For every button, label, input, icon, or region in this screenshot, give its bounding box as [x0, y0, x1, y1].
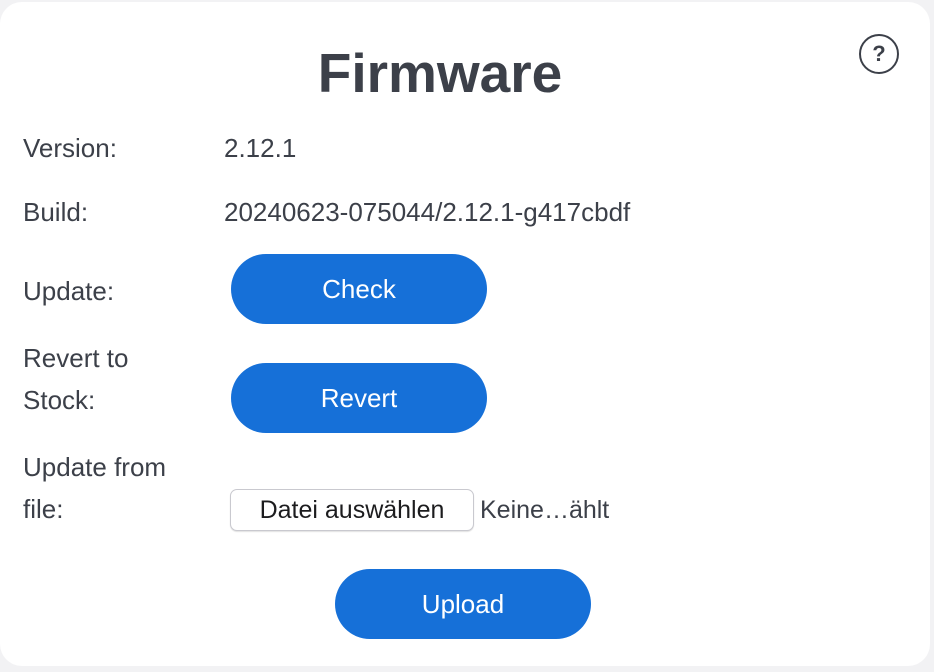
version-value: 2.12.1 — [224, 133, 297, 163]
build-label: Build: — [23, 197, 89, 227]
build-value: 20240623-075044/2.12.1-g417cbdf — [224, 197, 631, 227]
file-update-label-line1: Update from — [23, 452, 167, 482]
page-title: Firmware — [317, 42, 563, 104]
file-update-label-line2: file: — [23, 494, 64, 524]
choose-file-button[interactable]: Datei auswählen — [230, 489, 474, 531]
question-circle-icon: ? — [872, 42, 885, 66]
update-label: Update: — [23, 276, 115, 306]
help-symbol: ? — [872, 42, 885, 66]
revert-label-line1: Revert to — [23, 343, 129, 373]
version-label: Version: — [23, 133, 117, 163]
upload-button[interactable]: Upload — [335, 569, 591, 639]
help-button[interactable]: ? — [859, 34, 899, 74]
revert-label-line2: Stock: — [23, 385, 96, 415]
firmware-card: Firmware ? Version: 2.12.1 Build: 202406… — [0, 2, 930, 666]
revert-button[interactable]: Revert — [231, 363, 487, 433]
file-status-text: Keine…ählt — [480, 496, 610, 524]
check-button[interactable]: Check — [231, 254, 487, 324]
